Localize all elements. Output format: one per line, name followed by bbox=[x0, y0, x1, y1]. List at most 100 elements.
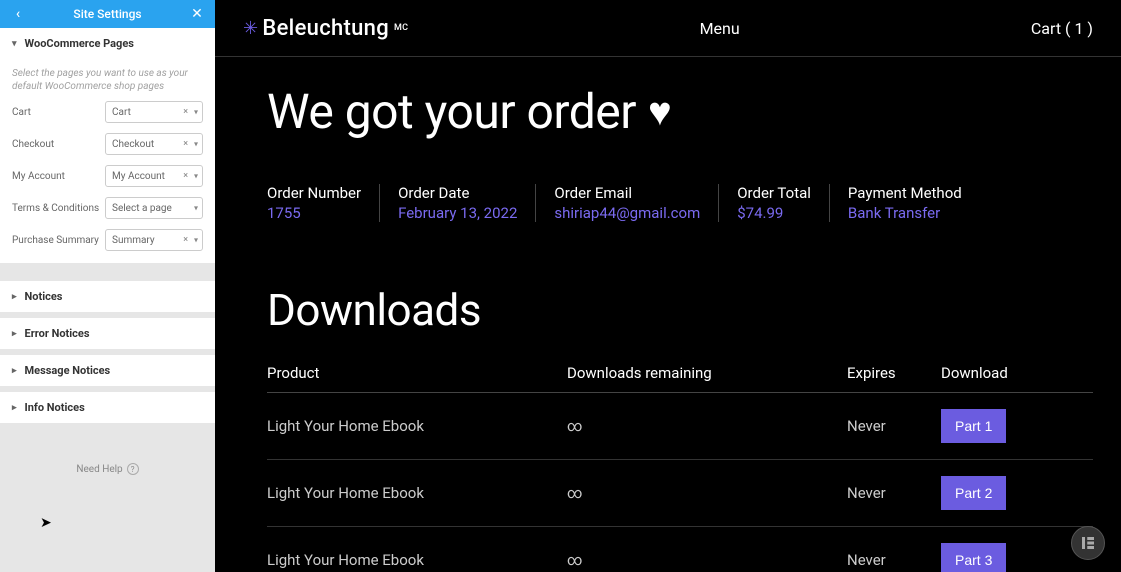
back-icon[interactable]: ‹ bbox=[4, 0, 32, 28]
section-body: Select the pages you want to use as your… bbox=[0, 59, 215, 263]
cart-link[interactable]: Cart ( 1 ) bbox=[1031, 19, 1093, 38]
downloads-table: Product Downloads remaining Expires Down… bbox=[267, 364, 1093, 572]
cell-expires: Never bbox=[847, 527, 941, 572]
select-purchase-summary[interactable]: Summary × ▾ bbox=[105, 229, 203, 251]
close-icon[interactable]: ✕ bbox=[183, 0, 211, 28]
meta-order-date: Order Date February 13, 2022 bbox=[380, 184, 536, 222]
field-purchase-summary: Purchase Summary Summary × ▾ bbox=[12, 229, 203, 251]
meta-label: Order Date bbox=[398, 184, 517, 202]
th-expires: Expires bbox=[847, 364, 941, 393]
select-checkout[interactable]: Checkout × ▾ bbox=[105, 133, 203, 155]
meta-order-number: Order Number 1755 bbox=[267, 184, 380, 222]
title-text: We got your order bbox=[267, 83, 636, 140]
clear-icon[interactable]: × bbox=[183, 235, 188, 245]
field-my-account: My Account My Account × ▾ bbox=[12, 165, 203, 187]
select-my-account[interactable]: My Account × ▾ bbox=[105, 165, 203, 187]
select-terms[interactable]: Select a page ▾ bbox=[105, 197, 203, 219]
help-icon: ? bbox=[127, 463, 139, 475]
field-label: Checkout bbox=[12, 139, 54, 150]
cell-expires: Never bbox=[847, 460, 941, 527]
preview-frame: ✳ Beleuchtung MC Menu Cart ( 1 ) We got y… bbox=[215, 0, 1121, 572]
cell-remaining: ∞ bbox=[567, 527, 847, 572]
caret-right-icon: ▸ bbox=[12, 366, 17, 376]
section-title-label: WooCommerce Pages bbox=[25, 37, 134, 50]
cell-remaining: ∞ bbox=[567, 460, 847, 527]
settings-sidebar: ‹ Site Settings ✕ ▾ WooCommerce Pages Se… bbox=[0, 0, 215, 572]
select-value: Summary bbox=[112, 235, 155, 246]
clear-icon[interactable]: × bbox=[183, 107, 188, 117]
th-remaining: Downloads remaining bbox=[567, 364, 847, 393]
meta-label: Payment Method bbox=[848, 184, 962, 202]
section-message-notices[interactable]: ▸ Message Notices bbox=[0, 355, 215, 386]
chevron-down-icon: ▾ bbox=[194, 204, 198, 213]
table-row: Light Your Home Ebook ∞ Never Part 2 bbox=[267, 460, 1093, 527]
downloads-heading: Downloads bbox=[267, 284, 1093, 336]
select-value: Checkout bbox=[112, 139, 154, 150]
brand-name: Beleuchtung bbox=[262, 16, 389, 41]
clear-icon[interactable]: × bbox=[183, 139, 188, 149]
chevron-down-icon: ▾ bbox=[194, 140, 198, 149]
field-terms: Terms & Conditions Select a page ▾ bbox=[12, 197, 203, 219]
section-notices[interactable]: ▸ Notices bbox=[0, 281, 215, 312]
heart-icon: ♥ bbox=[648, 88, 671, 135]
meta-payment-method: Payment Method Bank Transfer bbox=[830, 184, 980, 222]
section-label: Notices bbox=[25, 290, 63, 303]
sidebar-footer: Need Help ? bbox=[0, 423, 215, 572]
order-meta: Order Number 1755 Order Date February 13… bbox=[267, 184, 1093, 222]
page-content: We got your order ♥ Order Number 1755 Or… bbox=[215, 57, 1121, 572]
sidebar-header: ‹ Site Settings ✕ bbox=[0, 0, 215, 28]
field-label: Terms & Conditions bbox=[12, 203, 99, 214]
meta-value: Bank Transfer bbox=[848, 204, 962, 222]
select-value: My Account bbox=[112, 171, 165, 182]
spark-icon: ✳ bbox=[243, 18, 258, 39]
section-error-notices[interactable]: ▸ Error Notices bbox=[0, 318, 215, 349]
sidebar-title: Site Settings bbox=[73, 7, 141, 21]
elementor-icon bbox=[1079, 534, 1097, 552]
cell-product: Light Your Home Ebook bbox=[267, 527, 567, 572]
need-help-link[interactable]: Need Help ? bbox=[76, 463, 138, 475]
th-download: Download bbox=[941, 364, 1093, 393]
select-value: Cart bbox=[112, 107, 131, 118]
site-header: ✳ Beleuchtung MC Menu Cart ( 1 ) bbox=[215, 0, 1121, 57]
caret-right-icon: ▸ bbox=[12, 292, 17, 302]
chevron-down-icon: ▾ bbox=[194, 172, 198, 181]
cell-remaining: ∞ bbox=[567, 393, 847, 460]
meta-label: Order Total bbox=[737, 184, 811, 202]
need-help-label: Need Help bbox=[76, 464, 122, 475]
chevron-down-icon: ▾ bbox=[194, 108, 198, 117]
field-label: My Account bbox=[12, 171, 65, 182]
menu-link[interactable]: Menu bbox=[700, 19, 740, 38]
brand-sup: MC bbox=[394, 23, 408, 33]
meta-value: $74.99 bbox=[737, 204, 811, 222]
meta-order-total: Order Total $74.99 bbox=[719, 184, 830, 222]
field-label: Purchase Summary bbox=[12, 235, 99, 246]
meta-order-email: Order Email shiriap44@gmail.com bbox=[536, 184, 719, 222]
meta-value: 1755 bbox=[267, 204, 361, 222]
section-woocommerce-pages[interactable]: ▾ WooCommerce Pages bbox=[0, 28, 215, 59]
field-cart: Cart Cart × ▾ bbox=[12, 101, 203, 123]
section-label: Error Notices bbox=[25, 327, 90, 340]
cell-product: Light Your Home Ebook bbox=[267, 393, 567, 460]
meta-label: Order Number bbox=[267, 184, 361, 202]
caret-right-icon: ▸ bbox=[12, 329, 17, 339]
table-row: Light Your Home Ebook ∞ Never Part 1 bbox=[267, 393, 1093, 460]
caret-down-icon: ▾ bbox=[12, 39, 17, 49]
clear-icon[interactable]: × bbox=[183, 171, 188, 181]
download-button[interactable]: Part 2 bbox=[941, 476, 1006, 510]
elementor-edit-button[interactable] bbox=[1071, 526, 1105, 560]
table-row: Light Your Home Ebook ∞ Never Part 3 bbox=[267, 527, 1093, 572]
select-value: Select a page bbox=[112, 203, 172, 214]
section-label: Message Notices bbox=[25, 364, 111, 377]
th-product: Product bbox=[267, 364, 567, 393]
select-cart[interactable]: Cart × ▾ bbox=[105, 101, 203, 123]
meta-label: Order Email bbox=[554, 184, 700, 202]
download-button[interactable]: Part 3 bbox=[941, 543, 1006, 572]
meta-value: February 13, 2022 bbox=[398, 204, 517, 222]
brand[interactable]: ✳ Beleuchtung MC bbox=[243, 16, 408, 41]
section-info-notices[interactable]: ▸ Info Notices bbox=[0, 392, 215, 423]
caret-right-icon: ▸ bbox=[12, 403, 17, 413]
cell-expires: Never bbox=[847, 393, 941, 460]
download-button[interactable]: Part 1 bbox=[941, 409, 1006, 443]
section-label: Info Notices bbox=[25, 401, 85, 414]
chevron-down-icon: ▾ bbox=[194, 236, 198, 245]
